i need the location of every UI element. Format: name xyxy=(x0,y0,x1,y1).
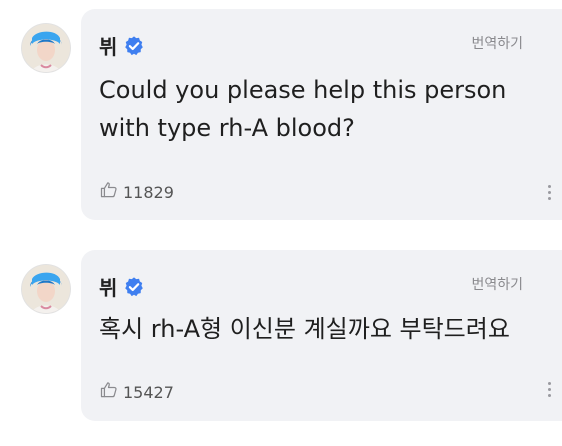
avatar[interactable] xyxy=(22,24,70,72)
like-count: 15427 xyxy=(123,382,174,402)
post-card: 뷔 번역하기 Could you please help this person… xyxy=(81,9,562,220)
post-header: 뷔 xyxy=(99,272,145,301)
translate-button[interactable]: 번역하기 xyxy=(471,274,523,294)
more-vertical-icon[interactable] xyxy=(548,382,551,397)
thumbs-up-icon xyxy=(99,380,119,404)
like-button[interactable]: 15427 xyxy=(99,380,174,404)
thumbs-up-icon xyxy=(99,180,119,204)
more-vertical-icon[interactable] xyxy=(548,185,551,200)
post-text: 혹시 rh-A형 이신분 계실까요 부탁드려요 xyxy=(99,315,510,343)
post-text: Could you please help this person with t… xyxy=(99,76,507,142)
avatar[interactable] xyxy=(22,265,70,313)
post-header: 뷔 xyxy=(99,31,145,60)
verified-badge-icon xyxy=(123,35,145,57)
post-card: 뷔 번역하기 혹시 rh-A형 이신분 계실까요 부탁드려요 15427 xyxy=(81,250,562,421)
author-name[interactable]: 뷔 xyxy=(99,272,117,301)
author-name[interactable]: 뷔 xyxy=(99,31,117,60)
like-button[interactable]: 11829 xyxy=(99,180,174,204)
translate-button[interactable]: 번역하기 xyxy=(471,33,523,53)
verified-badge-icon xyxy=(123,276,145,298)
like-count: 11829 xyxy=(123,182,174,202)
